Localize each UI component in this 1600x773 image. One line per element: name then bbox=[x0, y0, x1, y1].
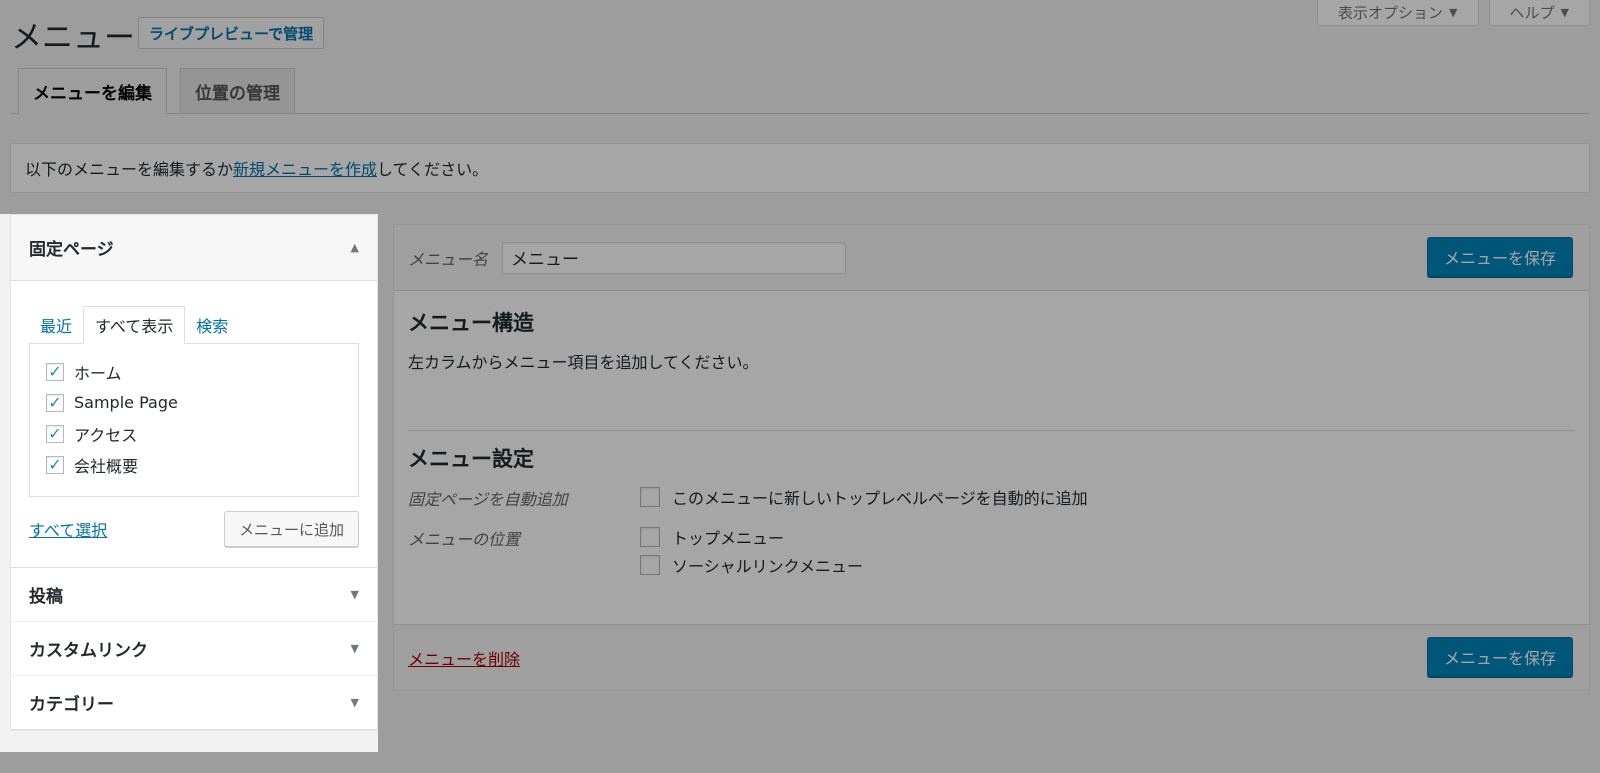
save-menu-button-bottom[interactable]: メニューを保存 bbox=[1426, 637, 1573, 677]
save-menu-button[interactable]: メニューを保存 bbox=[1426, 237, 1573, 277]
location-top-label: トップメニュー bbox=[672, 529, 785, 548]
tab-view-all[interactable]: すべて表示 bbox=[83, 306, 186, 344]
menu-editor-panel: メニュー名 メニュー メニューを保存 メニュー構造 左カラムからメニュー項目を追… bbox=[393, 224, 1590, 691]
tab-search[interactable]: 検索 bbox=[185, 307, 239, 343]
pages-actions: すべて選択 メニューに追加 bbox=[29, 511, 359, 547]
page-item[interactable]: ✓ Sample Page bbox=[46, 387, 342, 418]
posts-section-title: 投稿 bbox=[29, 587, 63, 607]
page-label: Sample Page bbox=[74, 393, 178, 412]
screen-meta: 表示オプション ▼ ヘルプ ▼ bbox=[1317, 0, 1590, 26]
delete-menu-link[interactable]: メニューを削除 bbox=[408, 646, 520, 670]
custom-links-section-title: カスタムリンク bbox=[29, 641, 148, 661]
page-checkbox-checked[interactable]: ✓ bbox=[46, 393, 64, 412]
screen-options-button[interactable]: 表示オプション ▼ bbox=[1317, 0, 1479, 26]
accordion-categories-header[interactable]: カテゴリー ▼ bbox=[11, 676, 377, 730]
caret-down-icon: ▼ bbox=[1449, 6, 1458, 19]
menu-structure-hint: 左カラムからメニュー項目を追加してください。 bbox=[408, 353, 759, 372]
select-all-link[interactable]: すべて選択 bbox=[29, 517, 107, 541]
page-checkbox-checked[interactable]: ✓ bbox=[46, 455, 64, 474]
location-social-checkbox[interactable] bbox=[640, 555, 660, 575]
auto-add-option[interactable]: このメニューに新しいトップレベルページを自動的に追加 bbox=[640, 485, 1088, 509]
tab-manage-locations[interactable]: 位置の管理 bbox=[180, 68, 295, 113]
accordion-pages-header[interactable]: 固定ページ ▲ bbox=[11, 215, 377, 281]
notice-text-after: してください。 bbox=[377, 160, 489, 179]
menu-structure-title: メニュー構造 bbox=[408, 311, 534, 335]
divider bbox=[408, 430, 1575, 431]
accordion-posts-header[interactable]: 投稿 ▼ bbox=[11, 568, 377, 622]
menu-editor-footer: メニューを削除 メニューを保存 bbox=[394, 624, 1589, 690]
categories-section-title: カテゴリー bbox=[29, 695, 114, 715]
screen-options-label: 表示オプション bbox=[1338, 4, 1444, 22]
menu-name-label: メニュー名 bbox=[408, 249, 489, 269]
auto-add-checkbox[interactable] bbox=[640, 487, 660, 507]
location-top-checkbox[interactable] bbox=[640, 527, 660, 547]
page-item[interactable]: ✓ アクセス bbox=[46, 418, 342, 449]
help-label: ヘルプ bbox=[1509, 4, 1555, 22]
help-button[interactable]: ヘルプ ▼ bbox=[1488, 0, 1590, 26]
auto-add-option-label: このメニューに新しいトップレベルページを自動的に追加 bbox=[672, 489, 1088, 508]
caret-down-icon: ▼ bbox=[1560, 6, 1569, 19]
notice-text-before: 以下のメニューを編集するか bbox=[25, 160, 234, 179]
pages-section-title: 固定ページ bbox=[29, 240, 114, 260]
menu-settings-title: メニュー設定 bbox=[408, 447, 534, 471]
menu-location-label: メニューの位置 bbox=[408, 530, 521, 549]
accordion-custom-links-header[interactable]: カスタムリンク ▼ bbox=[11, 622, 377, 676]
manage-menus-notice: 以下のメニューを編集するか 新規メニューを作成 してください。 bbox=[10, 143, 1590, 193]
add-menu-items-panel: 固定ページ ▲ 最近 すべて表示 検索 ✓ ホーム ✓ Sample Page bbox=[10, 214, 378, 731]
nav-tabs: メニューを編集 位置の管理 bbox=[10, 68, 1590, 114]
caret-down-icon: ▼ bbox=[350, 696, 359, 709]
page-label: アクセス bbox=[74, 425, 138, 445]
page-checkbox-checked[interactable]: ✓ bbox=[46, 424, 64, 443]
tab-recent[interactable]: 最近 bbox=[29, 307, 83, 343]
page-label: 会社概要 bbox=[74, 456, 139, 476]
page-label: ホーム bbox=[74, 363, 122, 383]
page-checkbox-checked[interactable]: ✓ bbox=[46, 362, 64, 381]
live-preview-button[interactable]: ライブプレビューで管理 bbox=[138, 17, 325, 49]
add-to-menu-button[interactable]: メニューに追加 bbox=[223, 511, 359, 547]
menu-editor-header: メニュー名 メニュー メニューを保存 bbox=[394, 225, 1589, 291]
location-option-top[interactable]: トップメニュー bbox=[640, 525, 784, 549]
caret-down-icon: ▼ bbox=[350, 642, 359, 655]
tab-edit-menus[interactable]: メニューを編集 bbox=[18, 68, 167, 114]
page-title: メニュー bbox=[11, 20, 135, 56]
location-social-label: ソーシャルリンクメニュー bbox=[672, 557, 864, 576]
create-new-menu-link[interactable]: 新規メニューを作成 bbox=[233, 156, 377, 180]
pages-tabs: 最近 すべて表示 検索 bbox=[29, 281, 359, 344]
auto-add-label: 固定ページを自動追加 bbox=[408, 490, 568, 509]
pages-section-body: 最近 すべて表示 検索 ✓ ホーム ✓ Sample Page ✓ アクセス ✓… bbox=[11, 281, 377, 568]
menu-name-input[interactable]: メニュー bbox=[502, 241, 847, 274]
caret-down-icon: ▼ bbox=[350, 588, 359, 601]
caret-up-icon: ▲ bbox=[350, 241, 359, 254]
page-item[interactable]: ✓ ホーム bbox=[46, 356, 342, 387]
pages-checklist: ✓ ホーム ✓ Sample Page ✓ アクセス ✓ 会社概要 bbox=[29, 343, 359, 497]
location-option-social[interactable]: ソーシャルリンクメニュー bbox=[640, 553, 863, 577]
page-item[interactable]: ✓ 会社概要 bbox=[46, 449, 342, 480]
